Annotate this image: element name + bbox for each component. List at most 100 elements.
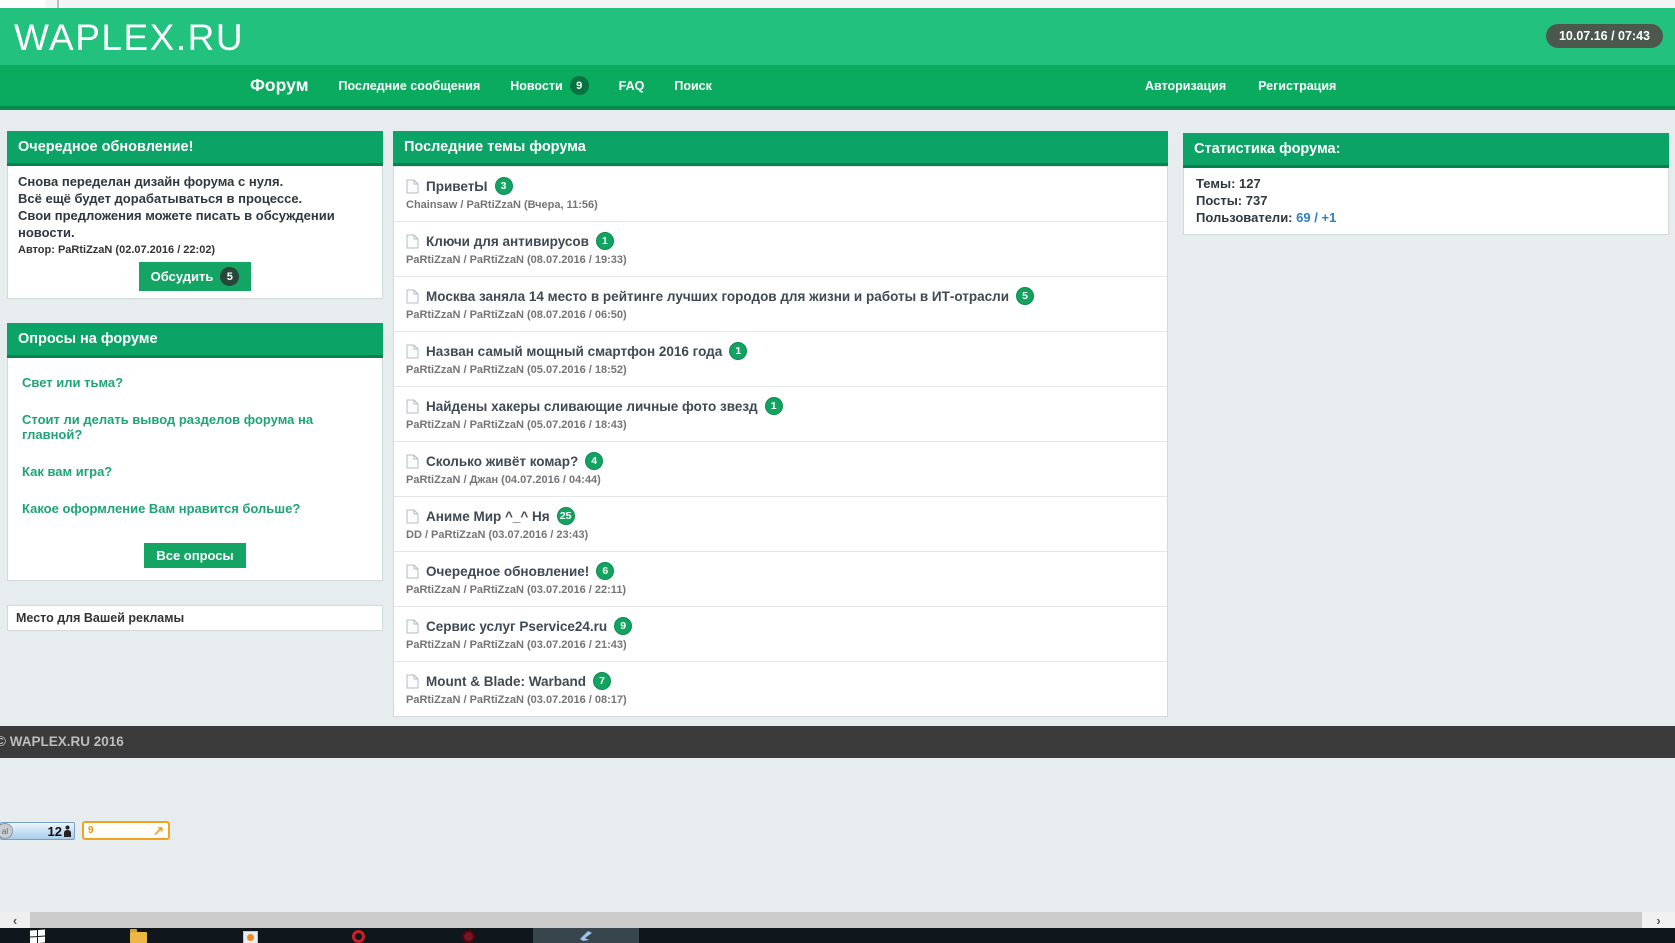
topic-meta: PaRtiZzaN / PaRtiZzaN (08.07.2016 / 19:3… — [406, 254, 1155, 266]
document-icon — [406, 674, 419, 689]
nav-news-label: Новости — [510, 79, 562, 93]
topic-meta: DD / PaRtiZzaN (03.07.2016 / 23:43) — [406, 529, 1155, 541]
topic-row[interactable]: Найдены хакеры сливающие личные фото зве… — [394, 386, 1167, 441]
poll-link[interactable]: Свет или тьма? — [8, 364, 382, 401]
document-icon — [406, 179, 419, 194]
replies-count-badge: 3 — [495, 177, 513, 195]
stats-themes: Темы: 127 — [1196, 175, 1656, 192]
topic-row[interactable]: Сколько живёт комар? 4 PaRtiZzaN / Джан … — [394, 441, 1167, 496]
topic-title-link[interactable]: Очередное обновление! — [426, 564, 589, 579]
replies-count-badge: 1 — [729, 342, 747, 360]
below-page-area: al 12 9 ↗ — [0, 758, 1675, 912]
topic-row[interactable]: Москва заняла 14 место в рейтинге лучших… — [394, 276, 1167, 331]
document-icon — [406, 399, 419, 414]
topic-title-link[interactable]: Найдены хакеры сливающие личные фото зве… — [426, 399, 758, 414]
users-count-link[interactable]: 69 — [1296, 210, 1310, 225]
stats-users-label: Пользователи: — [1196, 210, 1293, 225]
opera-browser-icon[interactable] — [352, 930, 365, 943]
nav-latest-messages[interactable]: Последние сообщения — [339, 79, 481, 93]
poll-link[interactable]: Какое оформление Вам нравится больше? — [8, 490, 382, 527]
topic-title-link[interactable]: ПриветЫ — [426, 179, 488, 194]
news-panel-title: Очередное обновление! — [7, 131, 383, 166]
topic-meta: PaRtiZzaN / PaRtiZzaN (08.07.2016 / 06:5… — [406, 309, 1155, 321]
topic-title-link[interactable]: Аниме Мир ^_^ Ня — [426, 509, 550, 524]
topic-row[interactable]: Аниме Мир ^_^ Ня 25 DD / PaRtiZzaN (03.0… — [394, 496, 1167, 551]
polls-panel-body: Свет или тьма? Стоит ли делать вывод раз… — [8, 358, 382, 537]
scroll-right-button[interactable]: › — [1642, 912, 1675, 928]
replies-count-badge: 6 — [596, 562, 614, 580]
topic-row[interactable]: Mount & Blade: Warband 7 PaRtiZzaN / PaR… — [394, 661, 1167, 716]
active-window-tile[interactable] — [533, 928, 639, 943]
scroll-left-button[interactable]: ‹ — [0, 912, 30, 928]
document-icon — [406, 344, 419, 359]
topic-title-link[interactable]: Москва заняла 14 место в рейтинге лучших… — [426, 289, 1009, 304]
left-sidebar: Очередное обновление! Снова переделан ди… — [7, 131, 383, 631]
windows-start-icon[interactable] — [30, 929, 46, 943]
users-new-link[interactable]: +1 — [1322, 210, 1337, 225]
replies-count-badge: 1 — [596, 232, 614, 250]
nav-news[interactable]: Новости 9 — [510, 76, 588, 95]
stats-posts: Посты: 737 — [1196, 192, 1656, 209]
users-separator: / — [1314, 210, 1318, 225]
topic-title-link[interactable]: Сервис услуг Pservice24.ru — [426, 619, 607, 634]
main-column: Последние темы форума ПриветЫ 3 — [393, 131, 1168, 717]
document-icon — [406, 564, 419, 579]
news-line: Всё ещё будет дорабатываться в процессе. — [18, 190, 372, 207]
topic-title-link[interactable]: Назван самый мощный смартфон 2016 года — [426, 344, 722, 359]
news-author: Автор: PaRtiZzaN (02.07.2016 / 22:02) — [18, 244, 372, 256]
browser-tab-remnant — [0, 0, 45, 8]
topic-row[interactable]: ПриветЫ 3 Chainsaw / PaRtiZzaN (Вчера, 1… — [394, 166, 1167, 221]
topic-title-link[interactable]: Mount & Blade: Warband — [426, 674, 586, 689]
visitors-counter-widget[interactable]: al 12 — [0, 822, 75, 840]
discuss-button[interactable]: Обсудить 5 — [139, 262, 252, 291]
polls-panel-title: Опросы на форуме — [7, 323, 383, 358]
topic-row[interactable]: Назван самый мощный смартфон 2016 года 1… — [394, 331, 1167, 386]
nav-search[interactable]: Поиск — [674, 79, 712, 93]
folder-icon[interactable] — [130, 932, 147, 943]
polls-panel: Опросы на форуме Свет или тьма? Стоит ли… — [7, 323, 383, 581]
active-window-icon — [579, 930, 593, 942]
document-icon — [406, 619, 419, 634]
media-player-icon[interactable] — [462, 930, 475, 943]
news-count-badge: 9 — [570, 76, 589, 95]
browser-chrome-strip — [0, 0, 1675, 8]
horizontal-scrollbar[interactable]: ‹ › — [0, 912, 1675, 928]
poll-link[interactable]: Как вам игра? — [8, 453, 382, 490]
stats-users: Пользователи: 69 / +1 — [1196, 209, 1656, 226]
topic-meta: PaRtiZzaN / PaRtiZzaN (05.07.2016 / 18:5… — [406, 364, 1155, 376]
poll-link[interactable]: Стоит ли делать вывод разделов форума на… — [8, 401, 382, 453]
nav-faq[interactable]: FAQ — [619, 79, 645, 93]
topic-title-link[interactable]: Сколько живёт комар? — [426, 454, 578, 469]
topic-row[interactable]: Ключи для антивирусов 1 PaRtiZzaN / PaRt… — [394, 221, 1167, 276]
image-viewer-icon[interactable] — [243, 931, 258, 943]
topic-meta: PaRtiZzaN / PaRtiZzaN (03.07.2016 / 22:1… — [406, 584, 1155, 596]
news-line: Снова переделан дизайн форума с нуля. — [18, 173, 372, 190]
rating-arrow-icon: ↗ — [153, 824, 164, 837]
main-navigation: Форум Последние сообщения Новости 9 FAQ … — [0, 65, 1675, 110]
tab-edge-mark — [57, 0, 59, 8]
topic-meta: PaRtiZzaN / PaRtiZzaN (05.07.2016 / 18:4… — [406, 419, 1155, 431]
nav-register[interactable]: Регистрация — [1258, 79, 1336, 93]
replies-count-badge: 7 — [593, 672, 611, 690]
nav-forum[interactable]: Форум — [250, 75, 309, 96]
topic-row[interactable]: Сервис услуг Pservice24.ru 9 PaRtiZzaN /… — [394, 606, 1167, 661]
stats-panel-body: Темы: 127 Посты: 737 Пользователи: 69 / … — [1184, 168, 1668, 234]
scrollbar-thumb[interactable] — [30, 912, 1642, 928]
topic-row[interactable]: Очередное обновление! 6 PaRtiZzaN / PaRt… — [394, 551, 1167, 606]
replies-count-badge: 4 — [585, 452, 603, 470]
replies-count-badge: 1 — [765, 397, 783, 415]
topic-title-link[interactable]: Ключи для антивирусов — [426, 234, 589, 249]
visitors-person-icon — [63, 825, 72, 837]
all-polls-button[interactable]: Все опросы — [144, 543, 245, 568]
news-panel-body: Снова переделан дизайн форума с нуля. Вс… — [8, 166, 382, 298]
rating-counter-widget[interactable]: 9 ↗ — [82, 821, 170, 840]
nav-login[interactable]: Авторизация — [1145, 79, 1226, 93]
topic-meta: PaRtiZzaN / PaRtiZzaN (03.07.2016 / 21:4… — [406, 639, 1155, 651]
copyright-text: © WAPLEX.RU 2016 — [0, 726, 124, 758]
discuss-count-badge: 5 — [220, 267, 239, 286]
document-icon — [406, 454, 419, 469]
site-logo[interactable]: WAPLEX.RU — [14, 17, 244, 59]
news-line: Свои предложения можете писать в обсужде… — [18, 207, 372, 241]
visitors-counter-value: 12 — [48, 824, 62, 839]
document-icon — [406, 234, 419, 249]
